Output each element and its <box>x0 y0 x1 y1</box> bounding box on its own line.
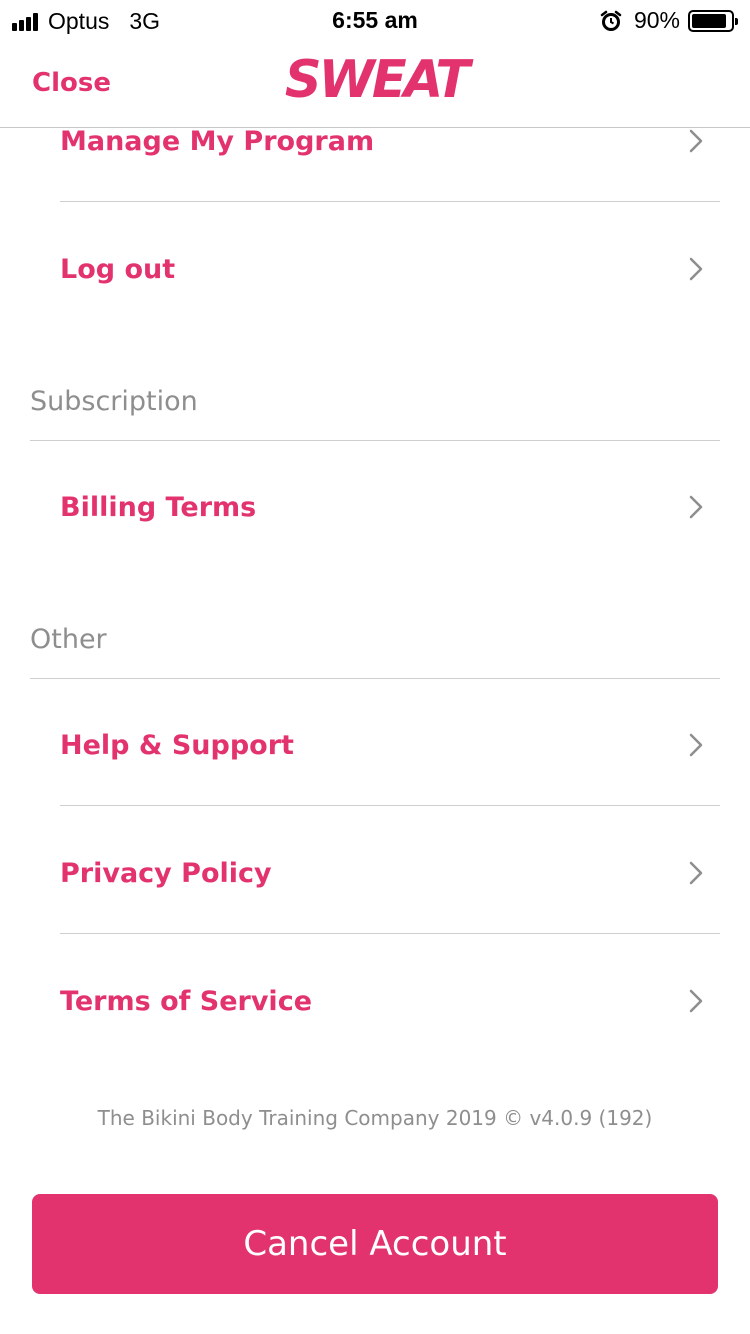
menu-item-label: Log out <box>60 253 176 285</box>
chevron-right-icon <box>689 861 703 885</box>
menu-item-label: Terms of Service <box>60 985 313 1017</box>
menu-item-manage-my-program[interactable]: Manage My Program <box>60 77 720 205</box>
chevron-right-icon <box>689 989 703 1013</box>
cancel-account-button[interactable]: Cancel Account <box>32 1194 718 1294</box>
menu-item-help-support[interactable]: Help & Support <box>60 681 720 809</box>
section-header-subscription: Subscription <box>30 386 198 417</box>
menu-item-billing-terms[interactable]: Billing Terms <box>60 443 720 571</box>
divider <box>30 440 720 441</box>
menu-item-terms-of-service[interactable]: Terms of Service <box>60 937 720 1065</box>
divider <box>60 805 720 806</box>
alarm-icon <box>600 10 622 31</box>
footer-copyright: The Bikini Body Training Company 2019 © … <box>97 1106 653 1130</box>
menu-item-label: Help & Support <box>60 729 294 761</box>
menu-item-label: Billing Terms <box>60 491 257 523</box>
chevron-right-icon <box>689 129 703 153</box>
battery-icon <box>688 9 738 32</box>
chevron-right-icon <box>689 495 703 519</box>
chevron-right-icon <box>689 733 703 757</box>
menu-item-log-out[interactable]: Log out <box>60 205 720 333</box>
status-bar: Optus 3G 6:55 am 90% <box>0 0 750 40</box>
cancel-account-label: Cancel Account <box>243 1224 507 1264</box>
battery-percent: 90% <box>633 7 680 33</box>
menu-item-privacy-policy[interactable]: Privacy Policy <box>60 809 720 937</box>
status-right: 90% <box>600 7 738 34</box>
menu-item-label: Manage My Program <box>60 125 375 157</box>
menu-item-label: Privacy Policy <box>60 857 272 889</box>
divider <box>60 933 720 934</box>
chevron-right-icon <box>689 257 703 281</box>
divider <box>30 678 720 679</box>
divider <box>60 201 720 202</box>
section-header-other: Other <box>30 624 107 655</box>
settings-screen: Optus 3G 6:55 am 90% Close SWEAT Manage … <box>0 0 750 1334</box>
